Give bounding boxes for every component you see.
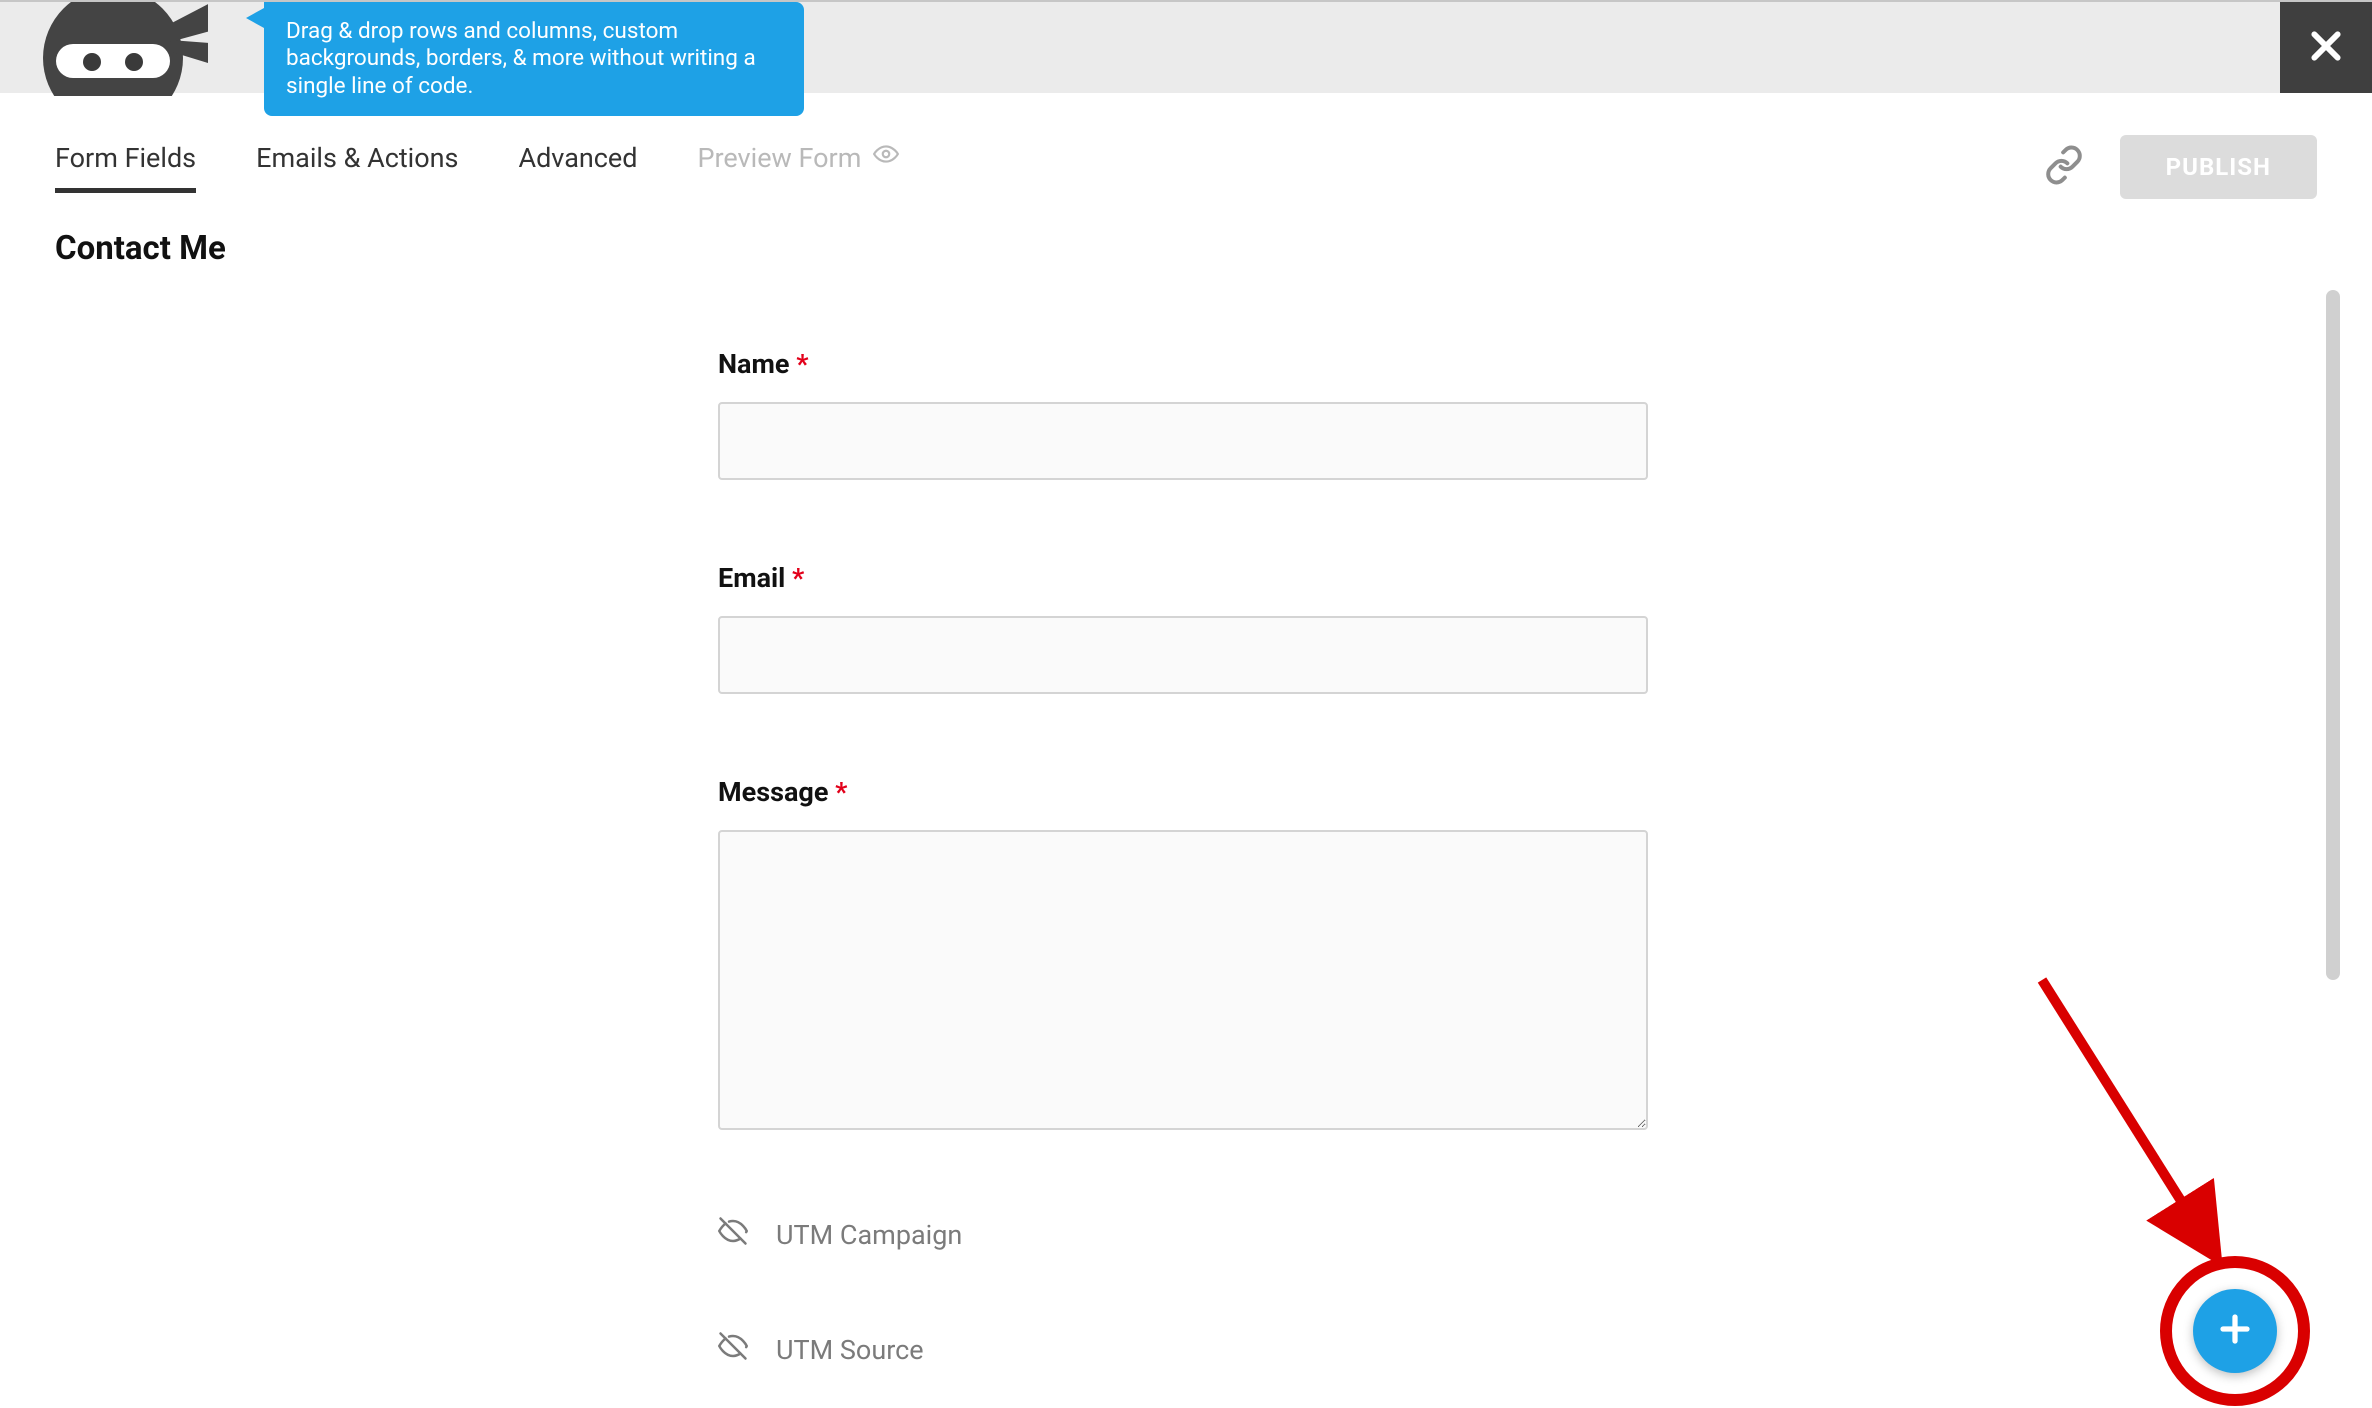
name-input[interactable]: [718, 402, 1648, 480]
field-name[interactable]: Name *: [718, 348, 1648, 480]
tooltip-text: Drag & drop rows and columns, custom bac…: [286, 18, 756, 99]
form-title: Contact Me: [0, 199, 2372, 268]
field-label: Message *: [718, 776, 1648, 808]
link-icon[interactable]: [2044, 145, 2084, 189]
email-input[interactable]: [718, 616, 1648, 694]
hidden-field-utm-source[interactable]: UTM Source: [718, 1331, 1648, 1368]
field-message[interactable]: Message *: [718, 776, 1648, 1134]
field-email[interactable]: Email *: [718, 562, 1648, 694]
tab-label: Form Fields: [55, 142, 196, 174]
tab-preview-form[interactable]: Preview Form: [697, 141, 899, 193]
form-canvas: Name * Email * Message *: [0, 262, 2372, 1408]
hidden-field-label: UTM Campaign: [776, 1219, 962, 1251]
plus-icon: [2217, 1311, 2253, 1351]
top-banner: Drag & drop rows and columns, custom bac…: [0, 2, 2372, 93]
publish-button[interactable]: PUBLISH: [2120, 135, 2317, 199]
required-marker: *: [792, 562, 804, 594]
tab-form-fields[interactable]: Form Fields: [55, 142, 196, 193]
eye-icon: [873, 141, 899, 174]
hidden-field-utm-campaign[interactable]: UTM Campaign: [718, 1216, 1648, 1253]
nav-tabs: Form Fields Emails & Actions Advanced Pr…: [55, 141, 899, 193]
required-marker: *: [796, 348, 808, 380]
hidden-field-label: UTM Source: [776, 1334, 924, 1366]
close-icon: [2306, 26, 2346, 70]
label-text: Message: [718, 776, 828, 808]
required-marker: *: [835, 776, 847, 808]
tab-emails-actions[interactable]: Emails & Actions: [256, 142, 458, 193]
label-text: Email: [718, 562, 785, 594]
tab-label: Advanced: [518, 142, 637, 174]
app-logo: [18, 0, 208, 96]
label-text: Name: [718, 348, 789, 380]
message-textarea[interactable]: [718, 830, 1648, 1130]
form-center: Name * Email * Message *: [718, 348, 1648, 1408]
publish-label: PUBLISH: [2166, 153, 2271, 181]
tab-label: Preview Form: [697, 142, 861, 174]
tooltip-bubble: Drag & drop rows and columns, custom bac…: [264, 2, 804, 116]
field-label: Email *: [718, 562, 1648, 594]
close-button[interactable]: [2280, 2, 2372, 93]
eye-slash-icon: [718, 1216, 748, 1253]
eye-slash-icon: [718, 1331, 748, 1368]
tab-label: Emails & Actions: [256, 142, 458, 174]
add-field-button[interactable]: [2193, 1289, 2277, 1373]
tab-advanced[interactable]: Advanced: [518, 142, 637, 193]
field-label: Name *: [718, 348, 1648, 380]
